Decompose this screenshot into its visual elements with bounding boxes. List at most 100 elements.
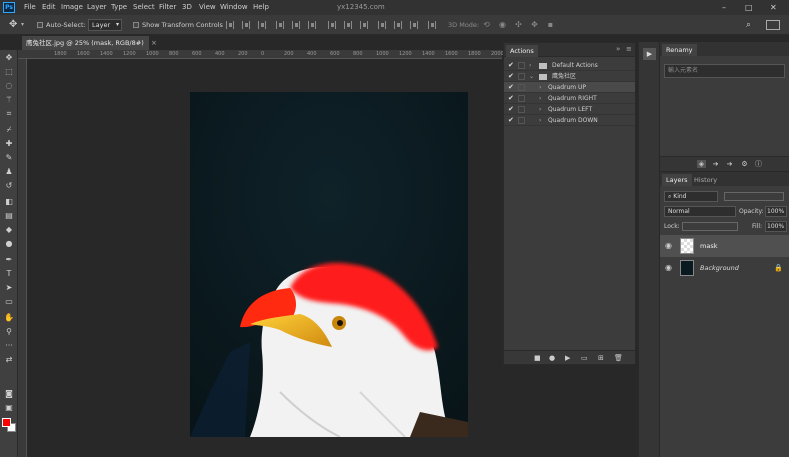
tab-close-icon[interactable]: × (151, 36, 157, 50)
check-icon[interactable]: ✔ (508, 71, 514, 82)
eyedropper-tool-icon[interactable]: ⌿ (3, 124, 15, 135)
align-bottom-icon[interactable] (308, 21, 316, 29)
check-icon[interactable]: ✔ (508, 82, 514, 93)
tab-actions[interactable]: Actions (506, 45, 538, 57)
dialog-toggle-icon[interactable] (518, 62, 525, 69)
zoom-tool-icon[interactable]: ⚲ (3, 326, 15, 337)
menu-help[interactable]: Help (253, 0, 269, 15)
document-canvas[interactable] (190, 92, 468, 437)
auto-select-dropdown[interactable]: Layer ▾ (88, 19, 122, 31)
history-brush-tool-icon[interactable]: ↺ (3, 180, 15, 191)
menu-layer[interactable]: Layer (87, 0, 107, 15)
document-tab[interactable]: 鹰兔社区.jpg @ 25% (mask, RGB/8#) * (22, 36, 149, 61)
new-action-icon[interactable]: ⊞ (598, 354, 604, 362)
layer-row[interactable]: ◉ Background 🔒 (660, 257, 789, 279)
play-panel-icon[interactable]: ▶ (643, 48, 656, 60)
align-top-icon[interactable] (276, 21, 284, 29)
blend-mode-dropdown[interactable]: Normal (664, 206, 736, 217)
play-icon[interactable]: ▶ (565, 354, 570, 362)
fill-input[interactable]: 100% (765, 221, 787, 232)
show-transform-checkbox[interactable] (133, 22, 139, 28)
3d-roll-icon[interactable]: ◉ (498, 20, 507, 29)
trash-icon[interactable]: 🗑 (614, 354, 623, 362)
type-tool-icon[interactable]: T (3, 268, 15, 279)
3d-slide-icon[interactable]: ✥ (530, 20, 539, 29)
menu-image[interactable]: Image (61, 0, 83, 15)
3d-rotate-icon[interactable]: ⟲ (482, 20, 491, 29)
action-set-row[interactable]: ✔ › Default Actions (504, 60, 635, 71)
tab-history[interactable]: History (690, 174, 721, 186)
healing-brush-tool-icon[interactable]: ✚ (3, 138, 15, 149)
action-row[interactable]: ✔ › Quadrum UP (504, 82, 635, 93)
distribute-middle-icon[interactable] (344, 21, 352, 29)
tab-renamy[interactable]: Renamy (662, 44, 697, 56)
menu-view[interactable]: View (199, 0, 216, 15)
lock-options-icons[interactable] (682, 222, 738, 231)
layer-filter-dropdown[interactable]: ⌕ Kind (664, 191, 718, 202)
move-tool-icon[interactable]: ✥ (9, 15, 17, 35)
opacity-input[interactable]: 100% (765, 206, 787, 217)
chevron-right-icon[interactable]: › (539, 104, 541, 115)
brush-tool-icon[interactable]: ✎ (3, 152, 15, 163)
marquee-tool-icon[interactable]: ⬚ (3, 66, 15, 77)
clone-stamp-tool-icon[interactable]: ♟ (3, 166, 15, 177)
quick-mask-icon[interactable]: ◙ (3, 388, 15, 399)
tab-layers[interactable]: Layers (662, 174, 692, 186)
align-left-icon[interactable] (226, 21, 234, 29)
eraser-tool-icon[interactable]: ◧ (3, 196, 15, 207)
blur-tool-icon[interactable]: ◆ (3, 224, 15, 235)
align-center-icon[interactable] (242, 21, 250, 29)
menu-file[interactable]: File (24, 0, 36, 15)
menu-3d[interactable]: 3D (182, 0, 192, 15)
chevron-down-icon[interactable]: ▾ (21, 15, 24, 35)
menu-window[interactable]: Window (220, 0, 248, 15)
photoshop-logo-icon[interactable]: Ps (3, 2, 15, 13)
eye-icon[interactable]: ◉ (665, 235, 672, 257)
dialog-toggle-icon[interactable] (518, 117, 525, 124)
more-tools-icon[interactable]: ··· (3, 340, 15, 351)
distribute-left-icon[interactable] (378, 21, 386, 29)
renamy-input[interactable]: 輸入元素名 (664, 64, 785, 78)
dialog-toggle-icon[interactable] (518, 84, 525, 91)
gradient-tool-icon[interactable]: ▤ (3, 210, 15, 221)
record-icon[interactable]: ● (549, 354, 555, 362)
action-row[interactable]: ✔ › Quadrum RIGHT (504, 93, 635, 104)
screen-mode-icon[interactable]: ▣ (3, 402, 15, 413)
check-icon[interactable]: ✔ (508, 60, 514, 71)
dodge-tool-icon[interactable]: ● (3, 238, 15, 249)
chevron-right-icon[interactable]: › (539, 93, 541, 104)
distribute-bottom-icon[interactable] (360, 21, 368, 29)
panel-menu-icon[interactable]: ≡ (626, 45, 632, 53)
align-right-icon[interactable] (258, 21, 266, 29)
foreground-color-swatch[interactable] (2, 418, 11, 427)
menu-select[interactable]: Select (133, 0, 155, 15)
3d-scale-icon[interactable]: ▪ (546, 20, 555, 29)
share-icon[interactable]: ➔ (725, 160, 734, 168)
chevron-right-icon[interactable]: › (539, 82, 541, 93)
close-button[interactable]: ✕ (770, 0, 777, 15)
minimize-button[interactable]: – (722, 0, 726, 15)
move-tool-icon[interactable]: ✥ (3, 52, 15, 63)
3d-pan-icon[interactable]: ✣ (514, 20, 523, 29)
new-set-icon[interactable]: ▭ (581, 354, 588, 362)
settings-icon[interactable]: ⚙ (740, 160, 749, 168)
dialog-toggle-icon[interactable] (518, 106, 525, 113)
workspace-switcher-icon[interactable] (766, 20, 780, 30)
search-icon[interactable]: ⌕ (746, 15, 751, 35)
arrow-right-icon[interactable]: ➔ (711, 160, 720, 168)
stop-icon[interactable]: ■ (534, 354, 541, 362)
layer-filter-icons[interactable] (724, 192, 784, 201)
chevron-right-icon[interactable]: › (539, 115, 541, 126)
shape-tool-icon[interactable]: ▭ (3, 296, 15, 307)
dialog-toggle-icon[interactable] (518, 95, 525, 102)
check-icon[interactable]: ✔ (508, 104, 514, 115)
distribute-center-icon[interactable] (394, 21, 402, 29)
maximize-button[interactable]: □ (745, 0, 753, 15)
layer-row[interactable]: ◉ mask (660, 235, 789, 257)
swap-colors-icon[interactable]: ⇄ (3, 354, 15, 365)
menu-edit[interactable]: Edit (42, 0, 56, 15)
adjustments-icon[interactable]: ◈ (697, 160, 706, 168)
lasso-tool-icon[interactable]: ◌ (3, 80, 15, 91)
chevron-down-icon[interactable]: ⌄ (529, 71, 534, 82)
action-set-row[interactable]: ✔ ⌄ 鹰兔社区 (504, 71, 635, 82)
